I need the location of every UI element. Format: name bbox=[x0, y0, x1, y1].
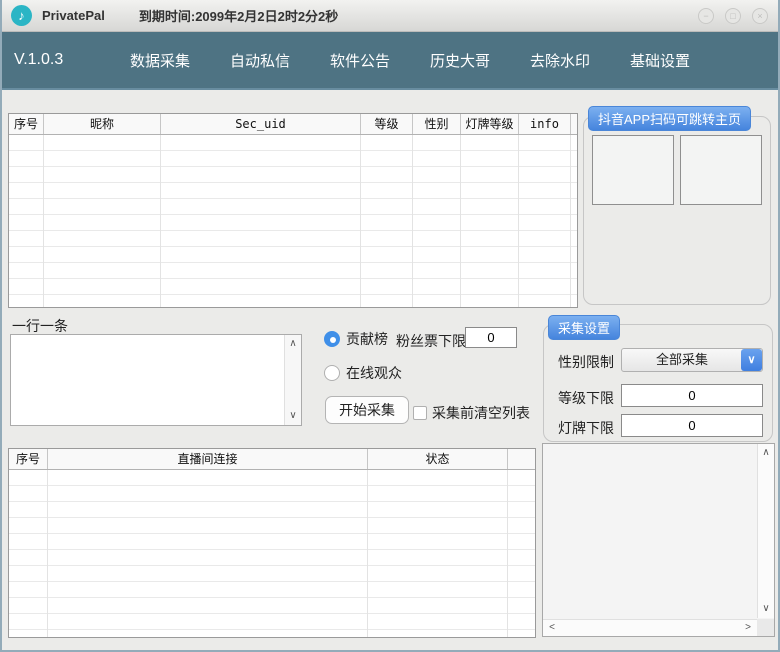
scrollbar-corner bbox=[757, 619, 774, 636]
user-table-header: 序号昵称Sec_uid等级性别灯牌等级info bbox=[9, 114, 577, 135]
gender-limit-dropdown[interactable]: 全部采集 ∨ bbox=[621, 348, 763, 372]
app-window: ♪ PrivatePal 到期时间:2099年2月2日2时2分2秒 − □ × … bbox=[0, 0, 780, 652]
live-room-table: 序号直播间连接状态 bbox=[8, 448, 536, 638]
user-table-column-header[interactable]: 序号 bbox=[9, 114, 44, 134]
qr-panel-title-badge: 抖音APP扫码可跳转主页 bbox=[588, 106, 751, 131]
badge-min-input[interactable] bbox=[621, 414, 763, 437]
collect-settings-title-badge: 采集设置 bbox=[548, 315, 620, 340]
table-body-column bbox=[9, 135, 44, 307]
version-label: V.1.0.3 bbox=[14, 51, 94, 69]
table-body-column bbox=[368, 470, 508, 637]
level-min-row: 等级下限 bbox=[544, 384, 772, 408]
chevron-down-icon[interactable]: ∨ bbox=[741, 349, 762, 371]
user-table-column-header[interactable]: 等级 bbox=[361, 114, 413, 134]
scroll-up-icon[interactable]: ∧ bbox=[285, 337, 301, 351]
fan-ticket-min-input[interactable] bbox=[465, 327, 517, 348]
start-collect-button[interactable]: 开始采集 bbox=[325, 396, 409, 424]
gender-limit-label: 性别限制 bbox=[558, 352, 614, 372]
scroll-left-icon[interactable]: < bbox=[545, 620, 559, 636]
badge-min-label: 灯牌下限 bbox=[558, 418, 614, 438]
table-body-column bbox=[361, 135, 413, 307]
live-room-table-body[interactable] bbox=[9, 470, 535, 637]
qr-code-box-1 bbox=[592, 135, 674, 205]
level-min-label: 等级下限 bbox=[558, 388, 614, 408]
user-table-column-header[interactable]: Sec_uid bbox=[161, 114, 361, 134]
scroll-down-icon[interactable]: ∨ bbox=[285, 409, 301, 423]
app-logo-music-note-icon: ♪ bbox=[11, 5, 32, 26]
clear-before-collect-row: 采集前清空列表 bbox=[413, 403, 530, 423]
gender-limit-row: 性别限制 全部采集 ∨ bbox=[544, 348, 772, 372]
table-body-column bbox=[9, 470, 48, 637]
nav-menu-item[interactable]: 基础设置 bbox=[630, 50, 690, 71]
one-per-line-label: 一行一条 bbox=[12, 316, 68, 336]
scroll-up-icon[interactable]: ∧ bbox=[758, 446, 774, 460]
nav-menu: 数据采集 自动私信 软件公告 历史大哥 去除水印 基础设置 bbox=[130, 50, 690, 71]
nav-menu-item[interactable]: 历史大哥 bbox=[430, 50, 490, 71]
fan-ticket-min-label: 粉丝票下限 bbox=[396, 331, 466, 351]
nav-bar: V.1.0.3 数据采集 自动私信 软件公告 历史大哥 去除水印 基础设置 bbox=[0, 32, 780, 90]
live-room-column-header[interactable]: 直播间连接 bbox=[48, 449, 368, 469]
window-controls: − □ × bbox=[698, 8, 768, 24]
contribution-rank-radio[interactable]: 贡献榜 bbox=[324, 329, 388, 349]
minimize-button[interactable]: − bbox=[698, 8, 714, 24]
user-table-column-header[interactable]: 灯牌等级 bbox=[461, 114, 519, 134]
contribution-rank-label: 贡献榜 bbox=[346, 329, 388, 349]
table-body-column bbox=[461, 135, 519, 307]
scroll-down-icon[interactable]: ∨ bbox=[758, 602, 774, 616]
table-body-column bbox=[44, 135, 161, 307]
live-room-column-header[interactable]: 状态 bbox=[368, 449, 508, 469]
title-bar: ♪ PrivatePal 到期时间:2099年2月2日2时2分2秒 − □ × bbox=[0, 0, 780, 32]
nav-menu-item[interactable]: 自动私信 bbox=[230, 50, 290, 71]
online-viewers-label: 在线观众 bbox=[346, 363, 402, 383]
links-textarea[interactable] bbox=[11, 335, 283, 425]
clear-before-collect-label: 采集前清空列表 bbox=[432, 403, 530, 423]
nav-menu-item[interactable]: 软件公告 bbox=[330, 50, 390, 71]
user-table-column-header[interactable]: 性别 bbox=[413, 114, 461, 134]
log-panel[interactable]: ∧ ∨ < > bbox=[542, 443, 775, 637]
log-horizontal-scrollbar[interactable]: < > bbox=[543, 619, 757, 636]
live-room-table-header: 序号直播间连接状态 bbox=[9, 449, 535, 470]
clear-before-collect-checkbox[interactable] bbox=[413, 406, 427, 420]
user-table-body[interactable] bbox=[9, 135, 577, 307]
links-textarea-container: ∧ ∨ bbox=[10, 334, 302, 426]
nav-menu-item[interactable]: 数据采集 bbox=[130, 50, 190, 71]
log-vertical-scrollbar[interactable]: ∧ ∨ bbox=[757, 444, 774, 618]
qr-code-box-2 bbox=[680, 135, 762, 205]
expiry-time-text: 到期时间:2099年2月2日2时2分2秒 bbox=[139, 6, 338, 25]
online-viewers-radio[interactable]: 在线观众 bbox=[324, 363, 402, 383]
user-data-table: 序号昵称Sec_uid等级性别灯牌等级info bbox=[8, 113, 578, 308]
live-room-column-header[interactable]: 序号 bbox=[9, 449, 48, 469]
level-min-input[interactable] bbox=[621, 384, 763, 407]
table-body-column bbox=[413, 135, 461, 307]
gender-limit-value: 全部采集 bbox=[622, 349, 742, 371]
table-body-column bbox=[48, 470, 368, 637]
app-title: PrivatePal bbox=[42, 8, 105, 23]
table-body-column bbox=[519, 135, 571, 307]
close-button[interactable]: × bbox=[752, 8, 768, 24]
scroll-right-icon[interactable]: > bbox=[741, 620, 755, 636]
collect-settings-panel: 采集设置 性别限制 全部采集 ∨ 等级下限 灯牌下限 bbox=[543, 324, 773, 442]
user-table-column-header[interactable]: info bbox=[519, 114, 571, 134]
badge-min-row: 灯牌下限 bbox=[544, 414, 772, 438]
qr-panel: 抖音APP扫码可跳转主页 bbox=[583, 116, 771, 305]
nav-menu-item[interactable]: 去除水印 bbox=[530, 50, 590, 71]
textarea-vertical-scrollbar[interactable]: ∧ ∨ bbox=[284, 335, 301, 425]
radio-selected-icon[interactable] bbox=[324, 331, 340, 347]
table-body-column bbox=[161, 135, 361, 307]
maximize-button[interactable]: □ bbox=[725, 8, 741, 24]
user-table-column-header[interactable]: 昵称 bbox=[44, 114, 161, 134]
radio-unselected-icon[interactable] bbox=[324, 365, 340, 381]
